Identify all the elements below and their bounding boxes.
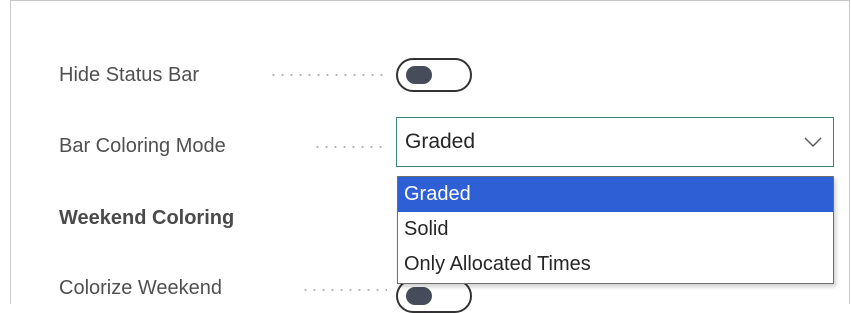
option-only-allocated-times[interactable]: Only Allocated Times xyxy=(398,247,833,282)
weekend-coloring-heading: Weekend Coloring xyxy=(59,207,235,229)
bar-coloring-mode-listbox: Graded Solid Only Allocated Times xyxy=(397,176,834,284)
colorize-weekend-label: Colorize Weekend xyxy=(59,276,223,299)
toggle-knob xyxy=(406,66,432,84)
option-solid[interactable]: Solid xyxy=(398,212,833,247)
settings-panel: Hide Status Bar Bar Coloring Mode Graded… xyxy=(10,0,850,313)
leader-dots xyxy=(269,74,387,76)
colorize-weekend-toggle[interactable] xyxy=(396,279,472,313)
chevron-down-icon xyxy=(793,118,833,166)
hide-status-bar-toggle[interactable] xyxy=(396,58,472,92)
bar-coloring-mode-label: Bar Coloring Mode xyxy=(59,134,226,157)
hide-status-bar-label: Hide Status Bar xyxy=(59,63,200,86)
option-graded[interactable]: Graded xyxy=(398,177,833,212)
bar-coloring-mode-select[interactable]: Graded xyxy=(396,117,834,167)
hide-status-bar-row: Hide Status Bar xyxy=(59,58,199,92)
leader-dots xyxy=(301,289,387,291)
colorize-weekend-row: Colorize Weekend xyxy=(59,271,222,305)
leader-dots xyxy=(313,146,387,148)
toggle-knob xyxy=(406,287,432,305)
bar-coloring-mode-row: Bar Coloring Mode xyxy=(59,129,226,163)
select-value: Graded xyxy=(405,130,476,153)
